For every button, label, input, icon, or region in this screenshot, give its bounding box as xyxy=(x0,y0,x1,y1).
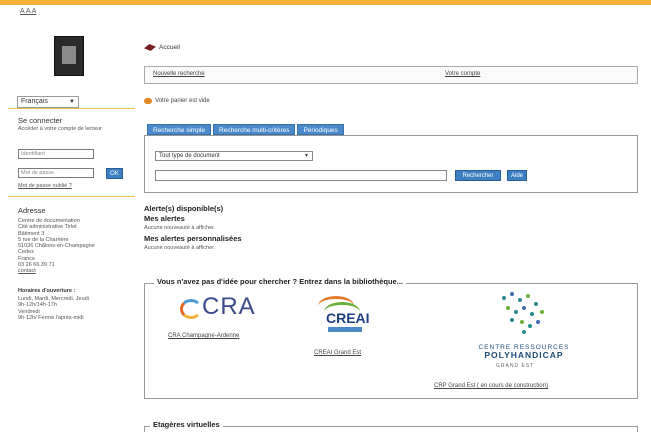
login-description: Accéder à votre compte de lecteur xyxy=(18,126,102,132)
new-search-link[interactable]: Nouvelle recherche xyxy=(153,71,205,77)
breadcrumb-home[interactable]: Accueil xyxy=(159,44,180,51)
search-tabs: Recherche simple Recherche multi-critère… xyxy=(147,124,344,135)
basket-status: Votre panier est vide xyxy=(144,98,210,104)
search-button[interactable]: Rechercher xyxy=(455,170,501,181)
tab-periodicals[interactable]: Périodiques xyxy=(297,124,344,135)
crp-map-logo[interactable] xyxy=(492,288,554,338)
crp-logo-text: CENTRE RESSOURCES POLYHANDICAP xyxy=(468,344,580,360)
cra-logo-text: CRA xyxy=(202,293,256,320)
alerts-available-title: Alerte(s) disponible(s) xyxy=(144,204,224,213)
search-input[interactable] xyxy=(155,170,447,181)
crp-region: GRAND EST xyxy=(496,363,535,369)
language-selected: Français xyxy=(21,98,48,105)
hours-line: 9h-12h/ Fermé l'après-midi xyxy=(18,314,84,321)
creai-logo-text: CREAI xyxy=(326,310,370,326)
password-field[interactable]: Mot de passe xyxy=(18,168,94,178)
basket-text: Votre panier est vide xyxy=(155,98,210,104)
chevron-down-icon: ▼ xyxy=(304,153,309,159)
basket-icon xyxy=(144,98,152,104)
home-logo-icon xyxy=(144,44,156,51)
doc-type-select[interactable]: Tout type de document ▼ xyxy=(155,151,313,161)
my-alerts-text: Aucune nouveauté à afficher. xyxy=(144,225,216,231)
cra-arc-icon xyxy=(180,299,202,319)
login-ok-button[interactable]: OK xyxy=(106,168,123,179)
help-button[interactable]: Aide xyxy=(507,170,527,181)
my-alerts-title: Mes alertes xyxy=(144,214,185,223)
username-field[interactable]: Identifiant xyxy=(18,149,94,159)
custom-alerts-title: Mes alertes personnalisées xyxy=(144,234,242,243)
doc-type-selected: Tout type de document xyxy=(159,153,220,159)
account-link[interactable]: Votre compte xyxy=(445,71,480,77)
crp-logo-line: POLYHANDICAP xyxy=(484,349,564,360)
library-legend: Vous n'avez pas d'idée pour chercher ? E… xyxy=(154,277,406,286)
cra-link[interactable]: CRA Champagne-Ardenne xyxy=(168,333,239,339)
top-accent-bar xyxy=(0,0,651,5)
address-title: Adresse xyxy=(18,206,46,215)
breadcrumb[interactable]: Accueil xyxy=(144,44,180,51)
contact-link[interactable]: contact xyxy=(18,268,133,274)
search-panel: Tout type de document ▼ Rechercher Aide xyxy=(144,135,638,193)
creai-logo[interactable]: CREAI xyxy=(314,292,378,344)
site-logo[interactable] xyxy=(54,36,84,76)
tab-simple-search[interactable]: Recherche simple xyxy=(147,124,212,135)
tab-multi-criteria[interactable]: Recherche multi-critères xyxy=(213,124,296,135)
creai-link[interactable]: CREAI Grand Est xyxy=(314,350,361,356)
login-title: Se connecter xyxy=(18,116,63,125)
chevron-down-icon: ▼ xyxy=(69,99,75,105)
forgot-password-link[interactable]: Mot de passe oublié ? xyxy=(18,183,133,189)
top-nav: Nouvelle recherche Votre compte xyxy=(144,66,638,84)
custom-alerts-text: Aucune nouveauté à afficher. xyxy=(144,245,216,251)
font-size-control[interactable]: A A A xyxy=(20,8,36,15)
language-select[interactable]: Français ▼ xyxy=(17,96,79,108)
crp-link[interactable]: CRP Grand Est ( en cours de construction… xyxy=(434,383,548,389)
sidebar: Français ▼ Se connecter Accéder à votre … xyxy=(0,16,140,432)
creai-band xyxy=(328,327,362,332)
hours-title: Horaires d'ouverture : xyxy=(18,288,76,294)
hours-block: Lundi, Mardi, Mercredi, Jeudi 9h-12h/14h… xyxy=(18,296,133,321)
divider xyxy=(8,108,135,109)
cra-logo[interactable]: CRA xyxy=(178,293,274,325)
address-block: Centre de documentation Cité administrat… xyxy=(18,218,133,275)
shelves-legend: Etagères virtuelles xyxy=(150,420,223,429)
divider xyxy=(8,196,135,197)
